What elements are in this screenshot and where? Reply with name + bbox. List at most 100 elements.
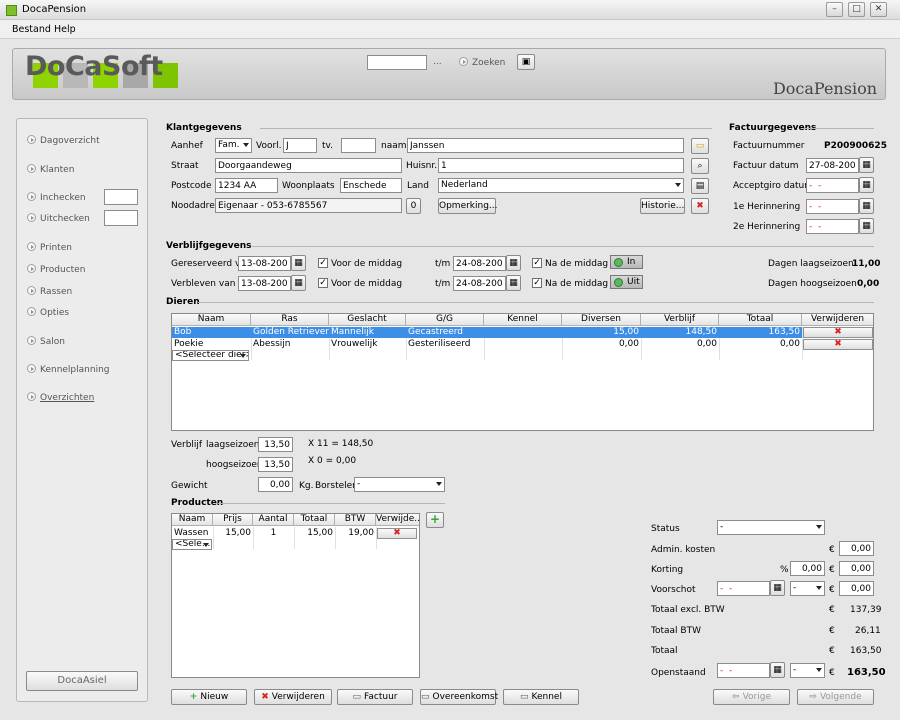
calendar-icon[interactable]: ▦ [291, 255, 306, 271]
hoogseizoen-input[interactable] [258, 457, 293, 472]
select-product-dropdown[interactable]: <Sele... [172, 539, 212, 550]
search-input[interactable] [367, 55, 427, 70]
uit-button[interactable]: Uit [610, 275, 643, 289]
status-select[interactable]: - [717, 520, 825, 535]
verbleven-voor-checkbox[interactable]: ✓ [318, 278, 328, 288]
noodadres-input[interactable] [215, 198, 402, 213]
column-header[interactable]: Diversen [562, 314, 641, 326]
sidebar-item-inchecken[interactable]: Inchecken [27, 192, 86, 203]
delete-icon[interactable]: ✖ [377, 528, 417, 539]
borstelen-select[interactable]: - [354, 477, 445, 492]
calendar-icon[interactable]: ▦ [859, 198, 874, 214]
delete-icon[interactable]: ✖ [691, 198, 709, 214]
land-select[interactable]: Nederland [438, 178, 684, 193]
menu-bestand[interactable]: Bestand [12, 24, 51, 35]
sidebar-item-producten[interactable]: Producten [27, 264, 85, 275]
gereserveerd-tm-input[interactable] [453, 256, 506, 271]
calendar-icon[interactable]: ▦ [506, 275, 521, 291]
verbleven-na-checkbox[interactable]: ✓ [532, 278, 542, 288]
column-header[interactable]: Totaal [294, 514, 335, 526]
verbleven-van-input[interactable] [238, 276, 291, 291]
inchecken-input[interactable] [104, 189, 138, 205]
folder-icon[interactable]: ▭ [691, 138, 709, 154]
column-header[interactable]: Geslacht [329, 314, 406, 326]
overeenkomst-button[interactable]: ▭ Overeenkomst [420, 689, 498, 705]
column-header[interactable]: Ras [251, 314, 329, 326]
calendar-icon[interactable]: ▦ [859, 218, 874, 234]
kennel-button[interactable]: ▭ Kennel [503, 689, 579, 705]
voorl-input[interactable] [283, 138, 317, 153]
docaasiel-button[interactable]: DocaAsiel [26, 671, 138, 691]
monitor-icon[interactable]: ▣ [517, 54, 535, 70]
calendar-icon[interactable]: ▦ [770, 580, 785, 596]
opmerking-button[interactable]: Opmerking... [438, 198, 498, 214]
sidebar-item-opties[interactable]: Opties [27, 307, 69, 318]
nieuw-button[interactable]: + Nieuw [171, 689, 247, 705]
noodadres-count-button[interactable]: 0 [406, 198, 421, 214]
calendar-icon[interactable]: ▦ [506, 255, 521, 271]
openstaand-method-select[interactable]: - [790, 663, 825, 678]
sidebar-item-uitchecken[interactable]: Uitchecken [27, 213, 90, 224]
column-header[interactable]: Verwijde... [376, 514, 419, 526]
huisnr-input[interactable] [438, 158, 684, 173]
calendar-icon[interactable]: ▦ [859, 177, 874, 193]
delete-icon[interactable]: ✖ [803, 327, 873, 338]
korting-input[interactable] [839, 561, 874, 576]
maximize-icon[interactable]: □ [848, 2, 865, 17]
naam-input[interactable] [407, 138, 684, 153]
straat-input[interactable] [215, 158, 402, 173]
sidebar-item-overzichten[interactable]: Overzichten [27, 392, 94, 403]
voorschot-method-select[interactable]: - [790, 581, 825, 596]
sidebar-item-salon[interactable]: Salon [27, 336, 65, 347]
calendar-icon[interactable]: ▦ [770, 662, 785, 678]
delete-icon[interactable]: ✖ [803, 339, 873, 350]
acceptgiro-input[interactable] [806, 178, 859, 193]
verwijderen-button[interactable]: ✖ Verwijderen [254, 689, 332, 705]
column-header[interactable]: Verblijf [641, 314, 719, 326]
column-header[interactable]: Totaal [719, 314, 802, 326]
verbleven-tm-input[interactable] [453, 276, 506, 291]
gereserveerd-na-checkbox[interactable]: ✓ [532, 258, 542, 268]
herinnering2-input[interactable] [806, 219, 859, 234]
aanhef-select[interactable]: Fam. [215, 138, 252, 153]
calendar-icon[interactable]: ▦ [291, 275, 306, 291]
column-header[interactable]: Verwijderen [802, 314, 873, 326]
sidebar-item-kennelplanning[interactable]: Kennelplanning [27, 364, 110, 375]
factuurdatum-input[interactable] [806, 158, 859, 173]
add-icon[interactable]: + [426, 512, 444, 528]
herinnering1-input[interactable] [806, 199, 859, 214]
minimize-icon[interactable]: – [826, 2, 843, 17]
column-header[interactable]: G/G [406, 314, 484, 326]
column-header[interactable]: BTW [335, 514, 376, 526]
select-dier-dropdown[interactable]: <Selecteer dier> [172, 350, 249, 361]
calendar-icon[interactable]: ▦ [859, 157, 874, 173]
woonplaats-input[interactable] [340, 178, 402, 193]
voorschot-input[interactable] [839, 581, 874, 596]
close-icon[interactable]: ✕ [870, 2, 887, 17]
column-header[interactable]: Prijs [213, 514, 253, 526]
in-button[interactable]: In [610, 255, 643, 269]
search-icon[interactable]: ⌕ [691, 158, 709, 174]
factuur-button[interactable]: ▭ Factuur [337, 689, 413, 705]
gereserveerd-van-input[interactable] [238, 256, 291, 271]
document-icon[interactable]: ▤ [691, 178, 709, 194]
tv-input[interactable] [341, 138, 376, 153]
search-button[interactable]: Zoeken [459, 57, 505, 68]
historie-button[interactable]: Historie... [640, 198, 685, 214]
column-header[interactable]: Kennel [484, 314, 562, 326]
vorige-button[interactable]: ⇦ Vorige [713, 689, 790, 705]
gereserveerd-voor-checkbox[interactable]: ✓ [318, 258, 328, 268]
volgende-button[interactable]: ⇨ Volgende [797, 689, 874, 705]
laagseizoen-input[interactable] [258, 437, 293, 452]
uitchecken-input[interactable] [104, 210, 138, 226]
sidebar-item-klanten[interactable]: Klanten [27, 164, 74, 175]
gewicht-input[interactable] [258, 477, 293, 492]
column-header[interactable]: Naam [172, 514, 213, 526]
admin-kosten-input[interactable] [839, 541, 874, 556]
sidebar-item-rassen[interactable]: Rassen [27, 286, 72, 297]
menu-help[interactable]: Help [54, 24, 76, 35]
sidebar-item-dagoverzicht[interactable]: Dagoverzicht [27, 135, 100, 146]
column-header[interactable]: Aantal [253, 514, 294, 526]
voorschot-date-input[interactable] [717, 581, 770, 596]
column-header[interactable]: Naam [172, 314, 251, 326]
